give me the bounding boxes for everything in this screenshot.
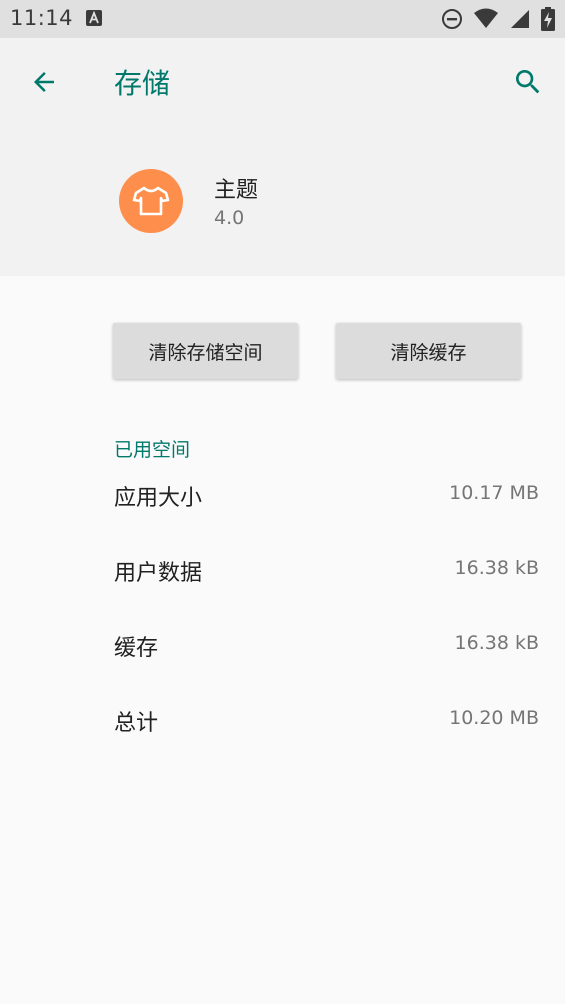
storage-row-app-size: 应用大小 10.17 MB xyxy=(0,468,565,520)
app-header: 主题 4.0 xyxy=(0,126,565,276)
app-version: 4.0 xyxy=(214,207,245,229)
search-button[interactable] xyxy=(508,64,548,100)
status-time: 11:14 xyxy=(10,6,74,30)
status-bar: 11:14 xyxy=(0,0,565,38)
tshirt-icon xyxy=(132,186,170,216)
back-button[interactable] xyxy=(26,64,62,100)
clear-cache-button[interactable]: 清除缓存 xyxy=(336,323,521,379)
row-value: 10.20 MB xyxy=(449,707,539,729)
section-header-used-space: 已用空间 xyxy=(114,439,191,461)
storage-row-user-data: 用户数据 16.38 kB xyxy=(0,543,565,595)
wifi-icon xyxy=(474,8,498,28)
row-value: 10.17 MB xyxy=(449,482,539,504)
storage-row-cache: 缓存 16.38 kB xyxy=(0,618,565,670)
battery-charging-icon xyxy=(541,7,555,31)
row-label: 总计 xyxy=(114,711,159,736)
status-icons xyxy=(441,7,555,31)
row-label: 缓存 xyxy=(114,636,159,661)
page-title: 存储 xyxy=(114,67,171,100)
search-icon xyxy=(516,70,540,94)
app-icon xyxy=(119,169,183,233)
row-value: 16.38 kB xyxy=(454,557,539,579)
notification-a-icon xyxy=(86,10,102,26)
row-value: 16.38 kB xyxy=(454,632,539,654)
clear-storage-button[interactable]: 清除存储空间 xyxy=(113,323,298,379)
arrow-back-icon xyxy=(34,72,54,92)
app-name: 主题 xyxy=(214,178,259,203)
dnd-icon xyxy=(442,9,462,29)
row-label: 用户数据 xyxy=(114,561,203,586)
row-label: 应用大小 xyxy=(114,486,203,511)
storage-row-total: 总计 10.20 MB xyxy=(0,693,565,745)
signal-icon xyxy=(511,10,529,28)
app-bar: 存储 xyxy=(0,38,565,126)
